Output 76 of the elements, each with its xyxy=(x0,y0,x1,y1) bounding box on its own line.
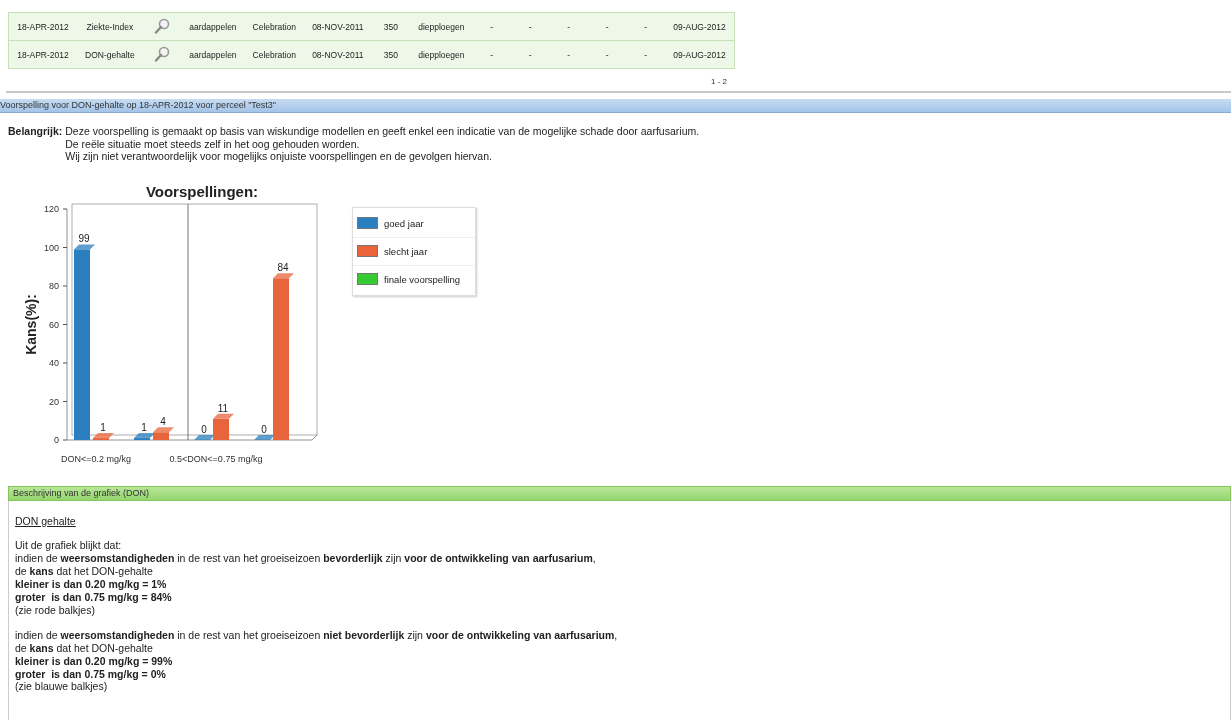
table-cell: aardappelen xyxy=(189,49,237,60)
axis-tick xyxy=(62,439,68,440)
axis-tick-label: 0 xyxy=(54,434,59,445)
data-label: 99 xyxy=(78,232,90,244)
data-label: 84 xyxy=(277,261,289,273)
axis-tick xyxy=(62,362,68,363)
notice-text: De reële situatie moet steeds zelf in het oog gehouden worden. xyxy=(65,137,361,150)
section-header: Voorspelling voor DON-gehalte op 18-APR-2012 voor perceel "Test3" xyxy=(0,99,1231,113)
table-cell: - xyxy=(605,21,609,32)
table-cell: - xyxy=(605,49,609,60)
description-heading: DON gehalte xyxy=(15,514,76,528)
table-cell: 350 xyxy=(383,49,398,60)
table-cell: - xyxy=(490,21,494,32)
table-cell: - xyxy=(528,49,532,60)
axis-tick xyxy=(62,400,68,402)
data-label: 1 xyxy=(141,421,147,433)
table-cell: diepploegen xyxy=(418,49,465,60)
axis-tick-label: 60 xyxy=(49,319,59,329)
axis-tick-label: 120 xyxy=(43,203,59,214)
table-cell: 09-AUG-2012 xyxy=(673,49,726,60)
axis-tick-label: 0.5<DON<=0.75 mg/kg xyxy=(169,453,263,464)
table-cell: 08-NOV-2011 xyxy=(312,49,364,60)
search-icon[interactable] xyxy=(154,45,171,62)
description-line: (zie blauwe balkjes) xyxy=(15,680,109,694)
description-line: kleiner is dan 0.20 mg/kg = 1% xyxy=(15,578,168,592)
data-label: 0 xyxy=(261,423,267,435)
table-cell: - xyxy=(644,21,648,32)
pager-label: 1 - 2 xyxy=(711,77,727,86)
data-label: 11 xyxy=(217,402,229,414)
description-line: de kans dat het DON-gehalte xyxy=(15,641,154,655)
table-cell: - xyxy=(644,49,648,60)
table-cell: 18-APR-2012 xyxy=(17,49,69,60)
description-line: de kans dat het DON-gehalte xyxy=(15,565,154,579)
table-cell: aardappelen xyxy=(189,21,237,32)
section-header: Beschrijving van de grafiek (DON) xyxy=(8,485,1231,501)
axis-tick-label: 40 xyxy=(49,357,59,368)
table-cell: diepploegen xyxy=(418,21,465,32)
description-line: groter is dan 0.75 mg/kg = 0% xyxy=(15,667,167,681)
y-axis-label: Kans(%): xyxy=(23,293,39,355)
axis-tick xyxy=(62,246,68,248)
table-cell: - xyxy=(567,21,571,32)
legend-label: slecht jaar xyxy=(384,245,428,257)
table-cell: Celebration xyxy=(252,49,297,60)
table-cell: - xyxy=(567,49,571,60)
description-line: Uit de grafiek blijkt dat: xyxy=(15,539,123,553)
notice-label: Belangrijk: xyxy=(8,125,63,139)
axis-tick-label: 20 xyxy=(49,396,59,406)
search-icon[interactable] xyxy=(154,17,171,34)
axis-tick-label: 100 xyxy=(43,242,59,252)
chart-title: Voorspellingen: xyxy=(144,182,260,200)
legend-label: finale voorspelling xyxy=(384,273,461,285)
axis-tick-label: 80 xyxy=(49,280,59,291)
data-label: 1 xyxy=(100,421,106,433)
legend-label: goed jaar xyxy=(384,217,424,229)
axis-tick xyxy=(62,323,68,325)
table-cell: 09-AUG-2012 xyxy=(673,21,726,32)
table-cell: 08-NOV-2011 xyxy=(312,21,364,32)
description-line: indien de weersomstandigheden in de rest van het groeiseizoen bevorderlijk zijn voor de ontwikkeling van aarfusarium, xyxy=(15,552,597,566)
description-line: (zie rode balkjes) xyxy=(15,603,96,617)
notice-text: Deze voorspelling is gemaakt op basis van wiskundige modellen en geeft enkel een indicatie van de mogelijke schade door aarfusarium. xyxy=(65,125,700,138)
description-line: indien de weersomstandigheden in de rest van het groeiseizoen niet bevorderlijk zijn voor de ontwikkeling van aarfusarium, xyxy=(15,628,619,642)
axis-tick xyxy=(62,285,68,286)
table-cell: Ziekte-Index xyxy=(86,21,134,32)
notice-text: Wij zijn niet verantwoordelijk voor mogelijks onjuiste voorspellingen en de gevolgen hiervan. xyxy=(65,150,493,163)
data-label: 4 xyxy=(160,415,166,427)
axis-tick-label: DON<=0.2 mg/kg xyxy=(61,453,131,464)
axis-tick xyxy=(62,208,68,209)
table-cell: 350 xyxy=(383,21,398,32)
description-line: kleiner is dan 0.20 mg/kg = 99% xyxy=(15,654,174,668)
table-cell: DON-gehalte xyxy=(85,49,135,60)
table-cell: Celebration xyxy=(252,21,297,32)
description-line: groter is dan 0.75 mg/kg = 84% xyxy=(15,591,173,604)
table-cell: - xyxy=(528,21,532,32)
table-cell: - xyxy=(490,49,494,60)
data-label: 0 xyxy=(201,423,207,435)
table-cell: 18-APR-2012 xyxy=(17,21,69,32)
